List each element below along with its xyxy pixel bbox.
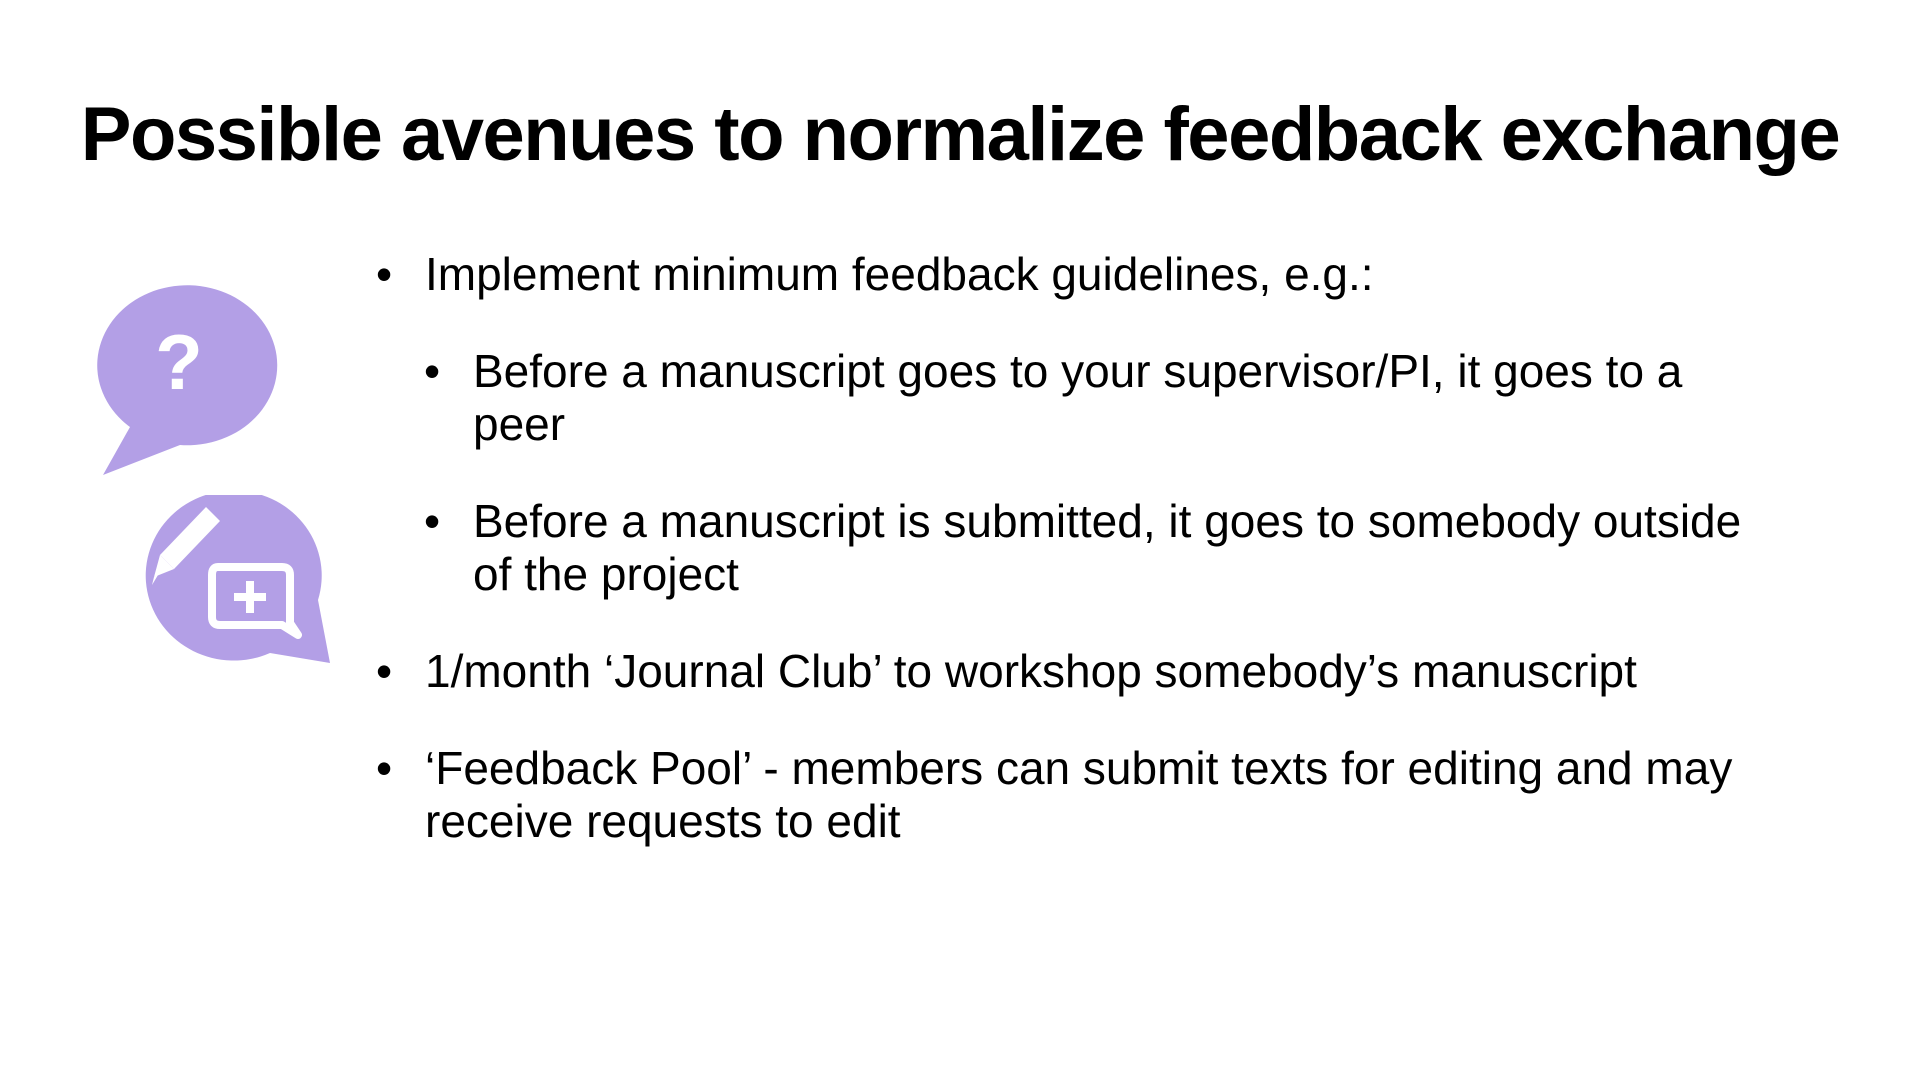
question-mark-glyph: ? [155, 318, 203, 406]
bullet-dot: • [376, 645, 393, 697]
bullet-dot: • [424, 345, 441, 397]
list-item-text: ‘Feedback Pool’ - members can submit tex… [425, 742, 1733, 794]
list-item: • Implement minimum feedback guidelines,… [376, 248, 1846, 301]
list-item: • ‘Feedback Pool’ - members can submit t… [376, 742, 1846, 848]
list-item: • 1/month ‘Journal Club’ to workshop som… [376, 645, 1846, 698]
edit-comment-speech-bubble-icon [145, 495, 330, 663]
list-item-text: Before a manuscript goes to your supervi… [473, 345, 1683, 397]
list-item-text: Before a manuscript is submitted, it goe… [473, 495, 1742, 547]
question-speech-bubble-icon: ? [97, 285, 278, 475]
edit-bubble-shape [145, 495, 330, 663]
slide-title: Possible avenues to normalize feedback e… [80, 92, 1841, 177]
list-item-text: of the project [473, 548, 739, 600]
icon-group: ? [90, 285, 340, 675]
slide: Possible avenues to normalize feedback e… [0, 0, 1920, 1080]
list-item-text: receive requests to edit [425, 795, 901, 847]
bullet-dot: • [376, 248, 393, 300]
list-item-text: 1/month ‘Journal Club’ to workshop someb… [425, 645, 1637, 697]
bullet-dot: • [376, 742, 393, 794]
bullet-dot: • [424, 495, 441, 547]
list-item: • Before a manuscript goes to your super… [376, 345, 1846, 451]
bullet-list: • Implement minimum feedback guidelines,… [376, 248, 1846, 848]
list-item: • Before a manuscript is submitted, it g… [376, 495, 1846, 601]
list-item-text: Implement minimum feedback guidelines, e… [425, 248, 1374, 300]
list-item-text: peer [473, 398, 566, 450]
